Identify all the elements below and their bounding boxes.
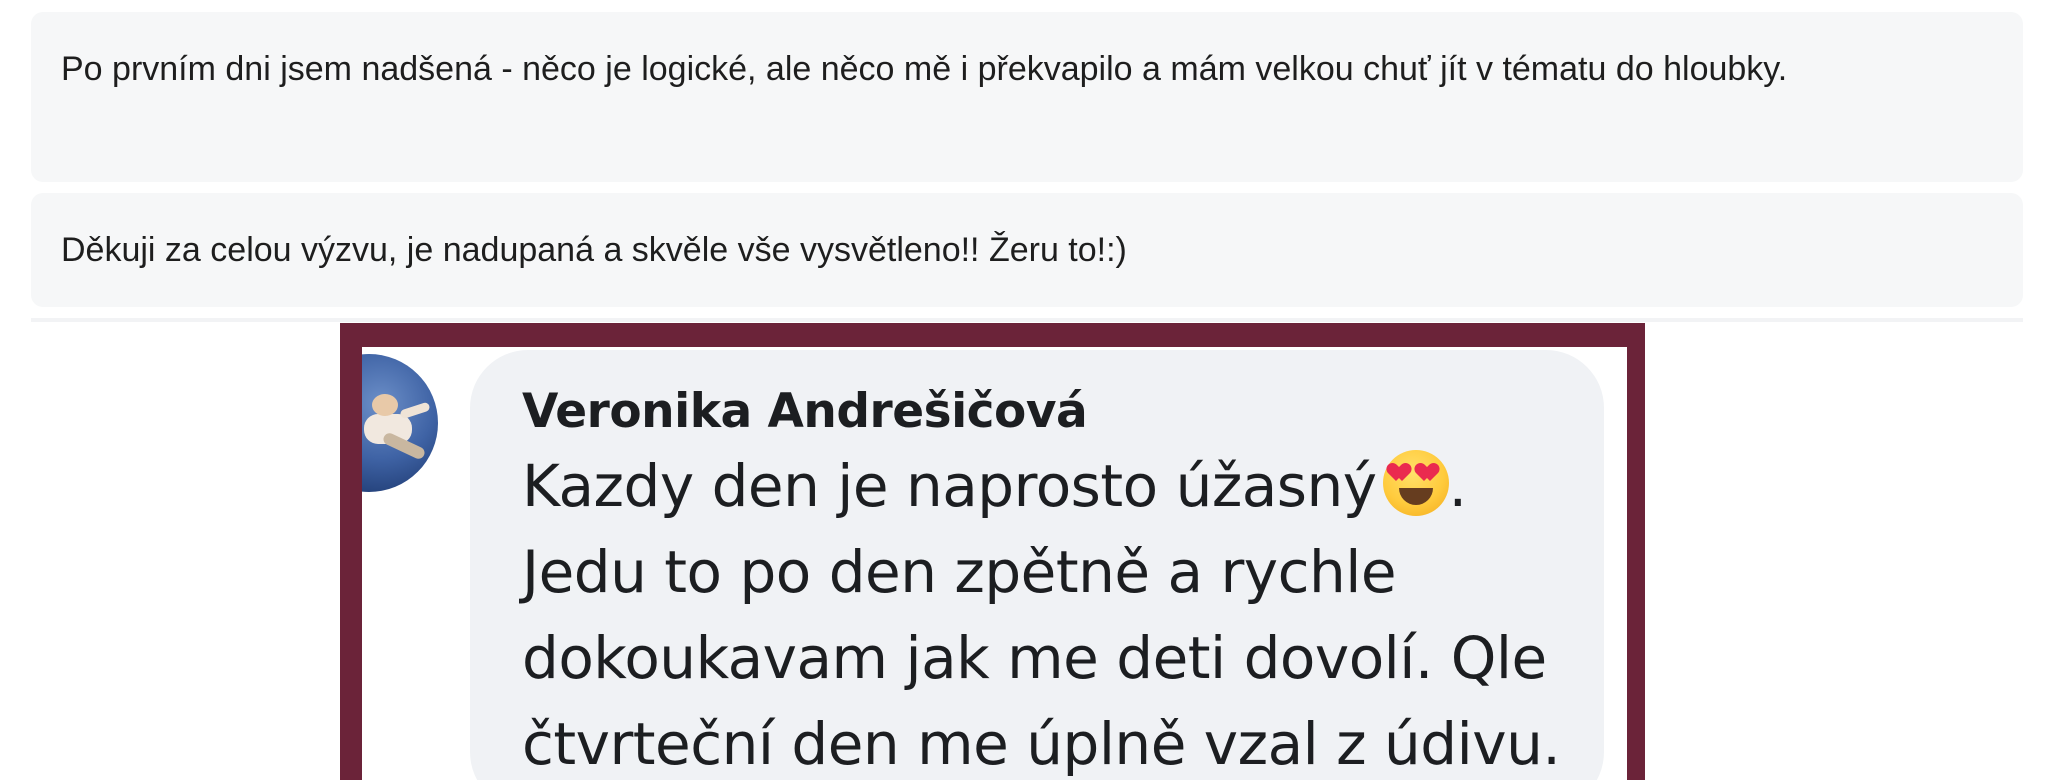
comment-line-text: . <box>1448 452 1467 520</box>
testimonial-card: Děkuji za celou výzvu, je nadupaná a skv… <box>31 193 2023 307</box>
divider <box>31 318 2023 322</box>
smiling-face-with-heart-eyes-icon <box>1382 450 1449 516</box>
testimonial-text: Děkuji za celou výzvu, je nadupaná a skv… <box>61 231 1127 269</box>
comment-line-text: Kazdy den je naprosto úžasný <box>522 452 1377 520</box>
comment-line: čtvrteční den me úplně vzal z údivu. <box>522 710 1561 778</box>
avatar <box>362 354 438 492</box>
comment-line: Kazdy den je naprosto úžasný. <box>522 443 1556 529</box>
testimonial-screenshot-frame: Veronika Andrešičová Kazdy den je napros… <box>340 323 1645 780</box>
testimonials-page: Po prvním dni jsem nadšená - něco je log… <box>0 0 2050 780</box>
testimonial-card: Po prvním dni jsem nadšená - něco je log… <box>31 12 2023 182</box>
testimonial-text: Po prvním dni jsem nadšená - něco je log… <box>61 50 1788 88</box>
comment-line: Jedu to po den zpětně a rychle <box>522 538 1397 606</box>
testimonial-screenshot: Veronika Andrešičová Kazdy den je napros… <box>362 347 1627 780</box>
commenter-name: Veronika Andrešičová <box>522 384 1088 439</box>
comment-bubble: Veronika Andrešičová Kazdy den je napros… <box>470 350 1604 780</box>
comment-line: dokoukavam jak me deti dovolí. Qle <box>522 624 1547 692</box>
